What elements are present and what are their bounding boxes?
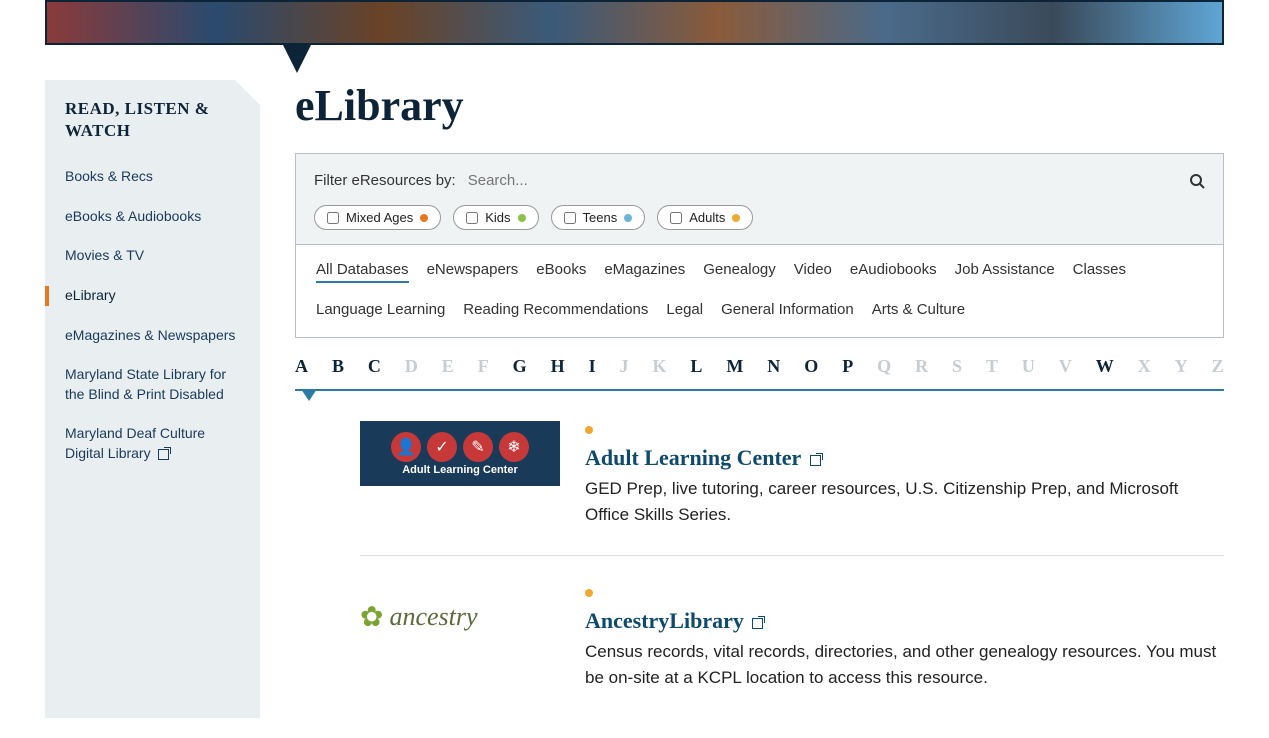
alpha-letter: X (1138, 356, 1151, 377)
external-link-icon (752, 618, 763, 629)
audience-dot-icon (585, 589, 593, 597)
category-tab[interactable]: All Databases (316, 261, 409, 283)
alpha-letter[interactable]: G (513, 356, 527, 377)
filter-pill[interactable]: Adults (657, 205, 753, 230)
result-body: AncestryLibrary Census records, vital re… (585, 584, 1224, 690)
alpha-letter: K (652, 356, 666, 377)
category-tab[interactable]: eMagazines (604, 261, 685, 283)
filter-pill[interactable]: Mixed Ages (314, 205, 441, 230)
category-tab[interactable]: Reading Recommendations (463, 301, 648, 321)
external-link-icon (158, 449, 169, 460)
alpha-letter[interactable]: P (842, 356, 853, 377)
sidebar-item[interactable]: Maryland State Library for the Blind & P… (65, 355, 240, 414)
alpha-letter: F (478, 356, 489, 377)
filter-pill-label: Mixed Ages (346, 210, 413, 225)
sidebar-item-label: Books & Recs (65, 168, 153, 184)
alpha-letter[interactable]: M (726, 356, 743, 377)
filter-pill-label: Kids (485, 210, 510, 225)
alpha-letter[interactable]: W (1096, 356, 1114, 377)
alpha-letter: U (1022, 356, 1035, 377)
alpha-letter[interactable]: L (690, 356, 702, 377)
sidebar-item-label: Maryland State Library for the Blind & P… (65, 366, 226, 402)
external-link-icon (810, 455, 821, 466)
color-dot-icon (420, 214, 428, 222)
filter-checkbox[interactable] (564, 212, 576, 224)
category-tab[interactable]: Classes (1073, 261, 1126, 283)
sidebar-item[interactable]: Maryland Deaf Culture Digital Library (65, 414, 240, 473)
result-body: Adult Learning Center GED Prep, live tut… (585, 421, 1224, 527)
result-title-link[interactable]: Adult Learning Center (585, 445, 1224, 471)
alpha-letter[interactable]: O (804, 356, 818, 377)
filter-checkbox[interactable] (466, 212, 478, 224)
sidebar-item-label: eBooks & Audiobooks (65, 208, 201, 224)
alpha-letter[interactable]: B (332, 356, 344, 377)
result-logo: ✿ancestry (360, 584, 560, 649)
audience-dot-icon (585, 426, 593, 434)
sidebar-item[interactable]: eBooks & Audiobooks (65, 197, 240, 237)
alpha-letter[interactable]: A (295, 356, 308, 377)
filter-box: Filter eResources by: Mixed Ages Kids Teen… (295, 153, 1224, 245)
category-tab[interactable]: eAudiobooks (850, 261, 937, 283)
hero-banner (45, 0, 1224, 45)
sidebar-nav: READ, LISTEN & WATCH Books & Recs eBooks … (45, 80, 260, 718)
result-logo: 👤✓✎❄Adult Learning Center (360, 421, 560, 486)
page-title: eLibrary (295, 80, 1224, 131)
alpha-letter: D (405, 356, 418, 377)
filter-pill-label: Adults (689, 210, 725, 225)
category-tab[interactable]: General Information (721, 301, 854, 321)
alpha-letter: S (952, 356, 962, 377)
sidebar-item-label: Movies & TV (65, 247, 144, 263)
category-tab[interactable]: Language Learning (316, 301, 445, 321)
search-input[interactable] (468, 168, 1177, 193)
alpha-letter: V (1059, 356, 1072, 377)
sidebar-item-label: eMagazines & Newspapers (65, 327, 235, 343)
alpha-letter: E (442, 356, 454, 377)
category-tab[interactable]: Genealogy (703, 261, 776, 283)
category-tab[interactable]: Legal (666, 301, 703, 321)
filter-checkbox[interactable] (327, 212, 339, 224)
alpha-letter: R (915, 356, 928, 377)
result-description: GED Prep, live tutoring, career resource… (585, 476, 1224, 527)
sidebar-title: READ, LISTEN & WATCH (65, 98, 240, 142)
sidebar-item[interactable]: eLibrary (65, 276, 240, 316)
alpha-letter[interactable]: N (767, 356, 780, 377)
leaf-icon: ✿ (360, 600, 383, 633)
alpha-letter: Q (877, 356, 891, 377)
results-list: 👤✓✎❄Adult Learning Center Adult Learning … (295, 421, 1224, 718)
filter-label: Filter eResources by: (314, 172, 456, 189)
sidebar-item-label: eLibrary (65, 287, 116, 303)
alpha-letter: J (620, 356, 629, 377)
sidebar-item-label: Maryland Deaf Culture Digital Library (65, 425, 205, 461)
alpha-letter: Z (1212, 356, 1224, 377)
alpha-letter[interactable]: C (368, 356, 381, 377)
result-item: ✿ancestry AncestryLibrary Census records,… (360, 584, 1224, 718)
sidebar-item[interactable]: eMagazines & Newspapers (65, 316, 240, 356)
alphabet-filter: A B C D E F G H I J K L M N O P Q R S T U V W X Y Z (295, 356, 1224, 391)
alpha-letter: T (986, 356, 998, 377)
category-tab[interactable]: Arts & Culture (872, 301, 965, 321)
color-dot-icon (624, 214, 632, 222)
filter-pill[interactable]: Teens (551, 205, 646, 230)
filter-pill-label: Teens (583, 210, 618, 225)
main-content: eLibrary Filter eResources by: Mixed Age… (295, 80, 1224, 718)
alpha-letter[interactable]: I (589, 356, 596, 377)
filter-checkbox[interactable] (670, 212, 682, 224)
sidebar-item[interactable]: Books & Recs (65, 157, 240, 197)
category-box: All Databases eNewspapers eBooks eMagazines… (295, 245, 1224, 338)
alpha-letter[interactable]: H (551, 356, 565, 377)
category-tab[interactable]: Video (794, 261, 832, 283)
sidebar-item[interactable]: Movies & TV (65, 236, 240, 276)
result-item: 👤✓✎❄Adult Learning Center Adult Learning … (360, 421, 1224, 556)
result-title-link[interactable]: AncestryLibrary (585, 608, 1224, 634)
category-tab[interactable]: Job Assistance (955, 261, 1055, 283)
filter-pill[interactable]: Kids (453, 205, 538, 230)
search-icon[interactable] (1189, 173, 1205, 189)
color-dot-icon (732, 214, 740, 222)
category-tab[interactable]: eNewspapers (427, 261, 519, 283)
color-dot-icon (518, 214, 526, 222)
alpha-letter: Y (1175, 356, 1188, 377)
category-tab[interactable]: eBooks (536, 261, 586, 283)
